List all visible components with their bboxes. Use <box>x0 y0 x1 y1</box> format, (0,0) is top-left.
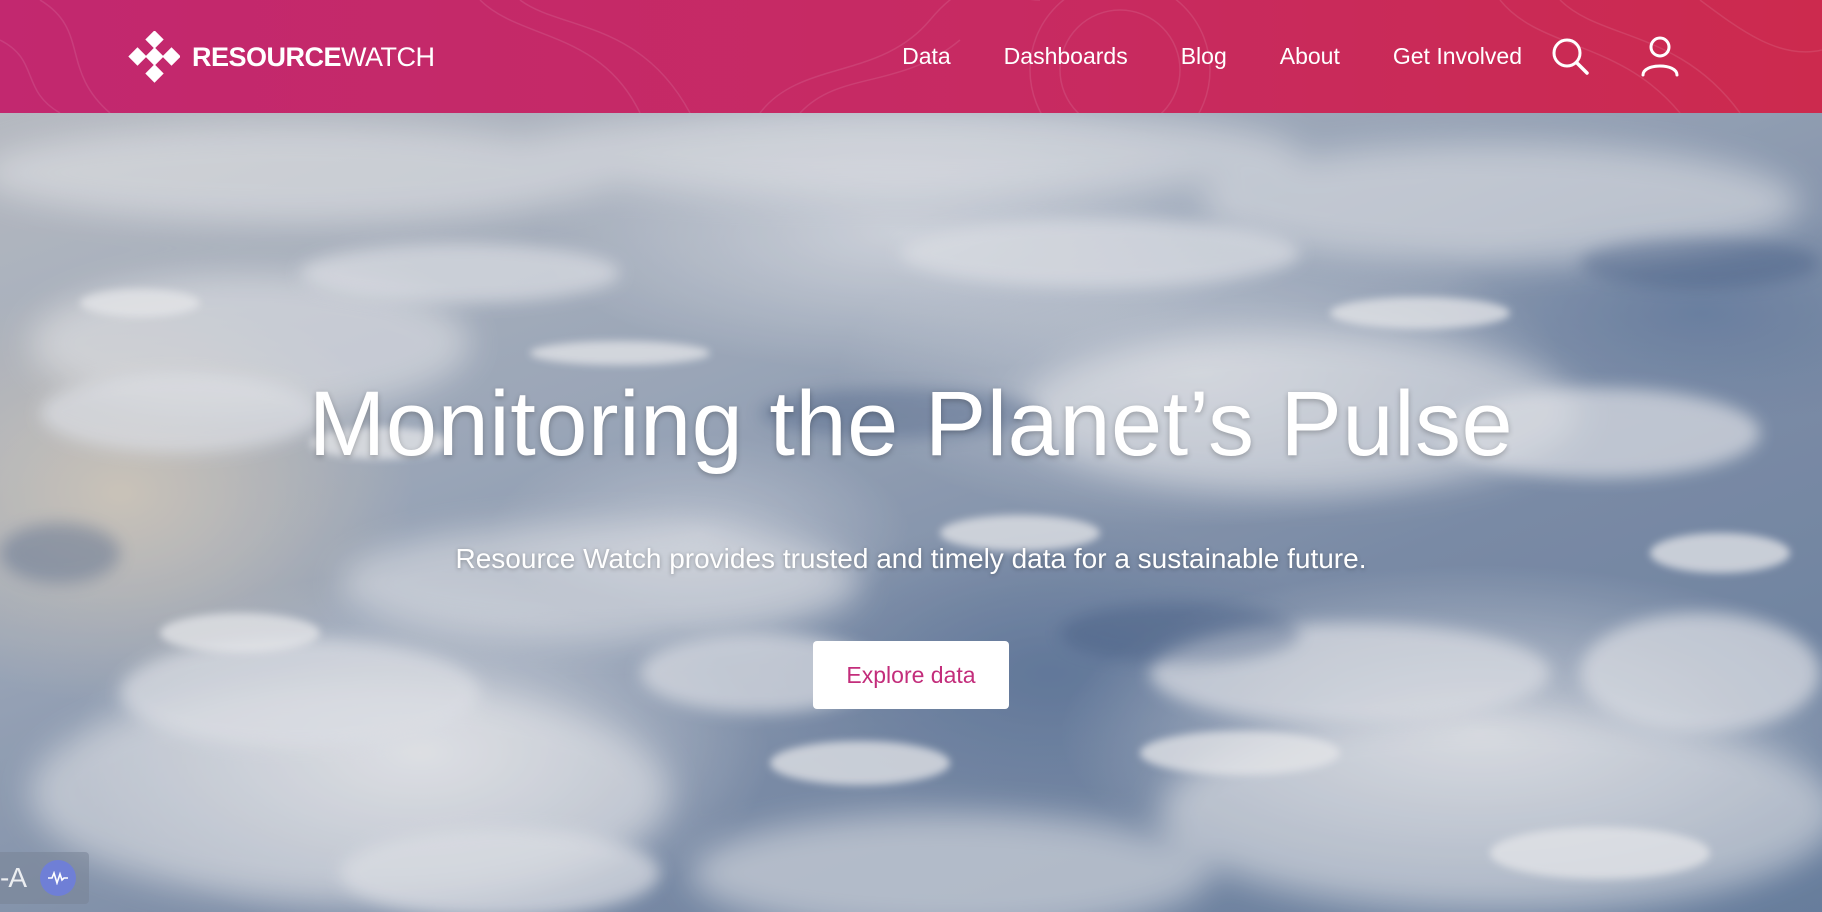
search-icon <box>1552 38 1589 75</box>
logo-link[interactable]: RESOURCEWATCH <box>128 31 435 83</box>
nav-item-data[interactable]: Data <box>902 43 951 70</box>
main-nav: Data Dashboards Blog About Get Involved <box>849 0 1522 113</box>
nav-item-dashboards[interactable]: Dashboards <box>1004 43 1128 70</box>
user-icon <box>1641 36 1679 77</box>
nav-item-about[interactable]: About <box>1280 43 1340 70</box>
search-button[interactable] <box>1548 34 1592 78</box>
hero-section: Monitoring the Planet’s Pulse Resource W… <box>0 113 1822 912</box>
logo-wordmark: RESOURCEWATCH <box>192 41 435 72</box>
hero-overlay <box>0 113 1822 912</box>
resource-watch-logo-icon <box>128 31 180 83</box>
hero-title: Monitoring the Planet’s Pulse <box>308 373 1514 475</box>
nav-item-blog[interactable]: Blog <box>1181 43 1227 70</box>
widget-text: -A <box>0 862 27 893</box>
nav-item-get-involved[interactable]: Get Involved <box>1393 43 1522 70</box>
page: RESOURCEWATCH Data Dashboards Blog About… <box>0 0 1822 912</box>
logo-word-bold: RESOURCE <box>192 41 342 72</box>
audio-wave-icon[interactable] <box>40 860 76 896</box>
logo-word-light: WATCH <box>341 41 435 72</box>
accessibility-widget[interactable]: -A <box>0 852 89 904</box>
site-header: RESOURCEWATCH Data Dashboards Blog About… <box>0 0 1822 113</box>
user-account-button[interactable] <box>1638 34 1682 78</box>
hero-subtitle: Resource Watch provides trusted and time… <box>455 543 1367 574</box>
explore-data-button[interactable]: Explore data <box>813 641 1009 709</box>
